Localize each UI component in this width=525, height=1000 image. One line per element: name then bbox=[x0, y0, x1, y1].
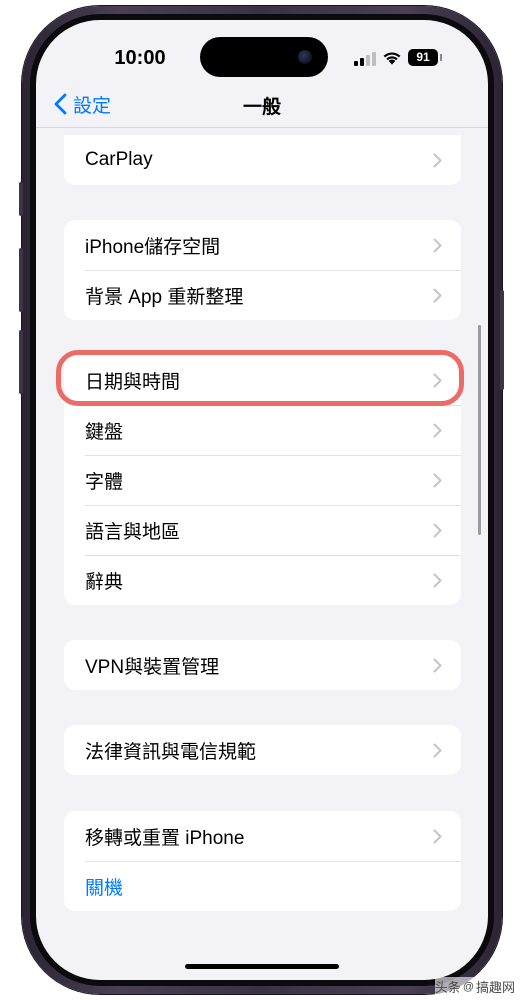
chevron-right-icon bbox=[433, 288, 442, 303]
row-label: 鍵盤 bbox=[85, 421, 124, 443]
row-fonts[interactable]: 字體 bbox=[64, 455, 461, 505]
row-transfer-reset[interactable]: 移轉或重置 iPhone bbox=[64, 811, 461, 861]
status-time: 10:00 bbox=[114, 47, 166, 69]
settings-group-reset: 移轉或重置 iPhone 關機 bbox=[64, 811, 461, 911]
row-label: 語言與地區 bbox=[85, 521, 181, 543]
row-label: 移轉或重置 iPhone bbox=[85, 827, 245, 849]
chevron-right-icon bbox=[433, 423, 442, 438]
chevron-right-icon bbox=[433, 238, 442, 253]
row-iphone-storage[interactable]: iPhone儲存空間 bbox=[64, 220, 461, 270]
page-title: 一般 bbox=[242, 97, 281, 118]
row-label: 背景 App 重新整理 bbox=[85, 286, 244, 308]
row-carplay[interactable]: CarPlay bbox=[64, 135, 461, 185]
row-label: VPN與裝置管理 bbox=[85, 656, 220, 678]
watermark-prefix: 头条 bbox=[434, 980, 461, 995]
chevron-right-icon bbox=[433, 743, 442, 758]
camera-icon bbox=[298, 50, 312, 64]
scroll-indicator[interactable] bbox=[478, 325, 481, 535]
nav-divider bbox=[36, 127, 488, 128]
settings-group-storage: iPhone儲存空間 背景 App 重新整理 bbox=[64, 220, 461, 320]
chevron-right-icon bbox=[433, 658, 442, 673]
dynamic-island bbox=[200, 37, 328, 77]
settings-group-vpn: VPN與裝置管理 bbox=[64, 640, 461, 690]
watermark-name: 搞趣网 bbox=[475, 980, 515, 995]
row-dictionary[interactable]: 辭典 bbox=[64, 555, 461, 605]
row-label: 關機 bbox=[85, 877, 124, 899]
row-label: CarPlay bbox=[85, 149, 153, 170]
chevron-right-icon bbox=[433, 153, 442, 168]
row-shut-down[interactable]: 關機 bbox=[64, 861, 461, 911]
volume-down-button bbox=[19, 330, 23, 394]
row-legal-regulatory[interactable]: 法律資訊與電信規範 bbox=[64, 725, 461, 775]
chevron-right-icon bbox=[433, 523, 442, 538]
screen: 10:00 91 設定 一般 CarPlay iPhone儲存空間 背景 App… bbox=[36, 20, 488, 980]
row-label: 辭典 bbox=[85, 571, 124, 593]
row-label: 字體 bbox=[85, 471, 124, 493]
home-indicator[interactable] bbox=[185, 964, 339, 969]
power-button bbox=[500, 290, 504, 390]
volume-up-button bbox=[19, 248, 23, 312]
silent-switch bbox=[19, 182, 23, 216]
watermark: 头条 @ 搞趣网 bbox=[434, 977, 515, 996]
row-language-region[interactable]: 語言與地區 bbox=[64, 505, 461, 555]
chevron-right-icon bbox=[433, 473, 442, 488]
highlight-ring bbox=[56, 350, 464, 406]
row-label: iPhone儲存空間 bbox=[85, 236, 221, 258]
wifi-icon bbox=[383, 52, 401, 65]
chevron-right-icon bbox=[433, 573, 442, 588]
watermark-at: @ bbox=[462, 980, 474, 993]
settings-group-carplay: CarPlay bbox=[64, 135, 461, 185]
signal-icon bbox=[354, 52, 376, 66]
row-vpn-device-management[interactable]: VPN與裝置管理 bbox=[64, 640, 461, 690]
row-keyboard[interactable]: 鍵盤 bbox=[64, 405, 461, 455]
settings-group-legal: 法律資訊與電信規範 bbox=[64, 725, 461, 775]
row-background-app-refresh[interactable]: 背景 App 重新整理 bbox=[64, 270, 461, 320]
chevron-right-icon bbox=[433, 829, 442, 844]
row-label: 法律資訊與電信規範 bbox=[85, 741, 257, 763]
battery-icon: 91 bbox=[408, 49, 442, 66]
